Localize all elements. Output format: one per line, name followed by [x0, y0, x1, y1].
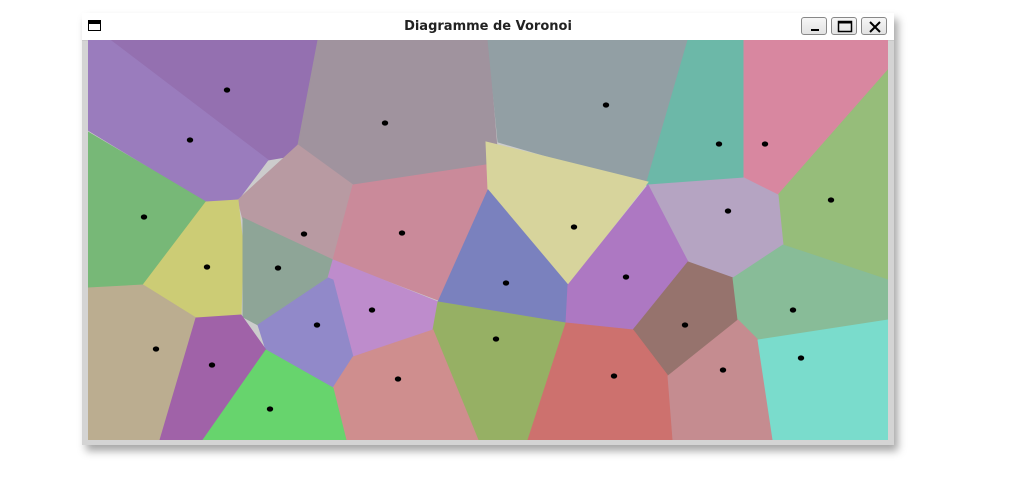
voronoi-site-point — [570, 224, 578, 230]
voronoi-site-point — [274, 265, 282, 271]
voronoi-site-point — [610, 373, 618, 379]
minimize-button[interactable] — [801, 17, 827, 35]
voronoi-site-point — [681, 322, 689, 328]
voronoi-site-point — [394, 376, 402, 382]
maximize-icon — [837, 20, 853, 33]
voronoi-site-point — [622, 274, 630, 280]
voronoi-site-point — [266, 406, 274, 412]
voronoi-site-point — [502, 280, 510, 286]
voronoi-cell — [297, 40, 499, 186]
voronoi-site-point — [140, 214, 148, 220]
voronoi-site-point — [602, 102, 610, 108]
app-window: Diagramme de Voronoi — [82, 13, 894, 445]
voronoi-site-point — [300, 231, 308, 237]
voronoi-site-point — [381, 120, 389, 126]
voronoi-site-point — [492, 336, 500, 342]
voronoi-site-point — [186, 137, 194, 143]
voronoi-site-point — [715, 141, 723, 147]
close-icon — [869, 21, 881, 33]
voronoi-site-point — [223, 87, 231, 93]
minimize-icon — [811, 29, 819, 31]
voronoi-site-point — [724, 208, 732, 214]
voronoi-site-point — [761, 141, 769, 147]
voronoi-site-point — [203, 264, 211, 270]
window-title: Diagramme de Voronoi — [404, 19, 572, 34]
voronoi-diagram — [88, 40, 888, 440]
title-bar[interactable]: Diagramme de Voronoi — [82, 13, 894, 41]
voronoi-site-point — [789, 307, 797, 313]
maximize-button[interactable] — [831, 17, 857, 35]
voronoi-site-point — [719, 367, 727, 373]
close-button[interactable] — [861, 17, 887, 35]
voronoi-site-point — [398, 230, 406, 236]
voronoi-site-point — [152, 346, 160, 352]
voronoi-site-point — [797, 355, 805, 361]
voronoi-site-point — [368, 307, 376, 313]
voronoi-cell — [757, 319, 888, 440]
voronoi-site-point — [827, 197, 835, 203]
voronoi-canvas[interactable] — [88, 40, 888, 440]
voronoi-site-point — [313, 322, 321, 328]
voronoi-site-point — [208, 362, 216, 368]
